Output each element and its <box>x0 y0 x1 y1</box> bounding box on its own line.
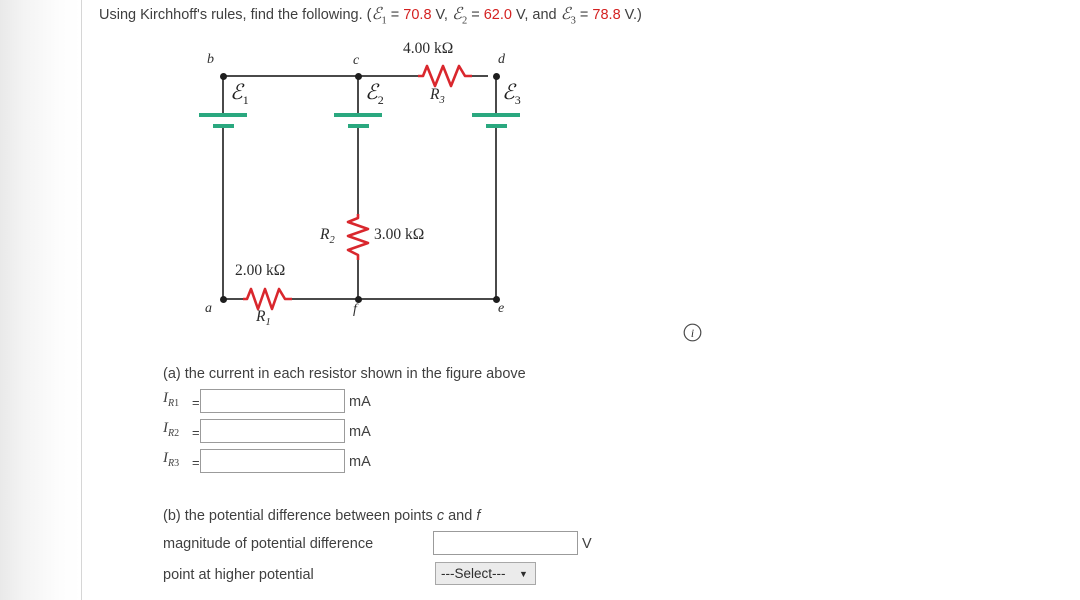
node-label-f: f <box>353 302 357 317</box>
resistor-r2-symbol <box>346 214 370 260</box>
wire-r1-to-f <box>290 298 358 300</box>
current-r2-label: IR2 <box>163 420 180 439</box>
part-b-point-f: f <box>476 508 481 524</box>
node-a <box>219 295 227 303</box>
wire-branch-c-upper <box>357 75 359 114</box>
battery2-long-plate <box>334 113 382 117</box>
node-label-b: b <box>207 52 214 67</box>
part-b-question-mid: and <box>444 508 477 524</box>
node-label-c: c <box>353 53 360 68</box>
wire-b-to-c <box>222 75 358 77</box>
node-label-d: d <box>498 52 505 67</box>
current-r3-label: IR3 <box>163 450 180 469</box>
emf3-symbol: ℰ3 <box>560 4 576 27</box>
current-r1-label: IR1 <box>163 390 180 409</box>
higher-potential-select[interactable]: ---Select--- <box>435 562 536 585</box>
emf2-figure-label: ℰ2 <box>365 80 384 108</box>
circuit-diagram: b c d a f e ℰ1 ℰ2 ℰ3 4.00 kΩ R3 R2 3.00 … <box>150 38 570 338</box>
resistor-r1-value: 2.00 kΩ <box>235 262 286 279</box>
part-b-question: (b) the potential difference between poi… <box>163 506 480 526</box>
higher-potential-label: point at higher potential <box>163 567 314 583</box>
battery3-short-plate <box>486 124 507 128</box>
emf3-value: 78.8 <box>592 7 621 23</box>
prompt-eq1: = <box>386 7 404 23</box>
battery2-short-plate <box>348 124 369 128</box>
prompt-lead: Using Kirchhoff's rules, find the follow… <box>99 7 372 23</box>
svg-text:i: i <box>691 328 694 340</box>
wire-branch-d-lower <box>495 124 497 299</box>
wire-branch-r2-to-f <box>357 258 359 299</box>
prompt-unit2: V, and <box>511 7 561 23</box>
resistor-r2-label: R2 <box>320 226 335 247</box>
emf1-symbol: ℰ1 <box>371 4 387 27</box>
wire-branch-b-upper <box>222 75 224 114</box>
current-r2-unit: mA <box>349 424 371 440</box>
emf1-value: 70.8 <box>403 7 432 23</box>
resistor-r3-value: 4.00 kΩ <box>403 40 454 57</box>
emf2-value: 62.0 <box>483 7 512 23</box>
node-c <box>354 72 362 80</box>
current-r1-equals: = <box>192 395 200 410</box>
emf1-figure-label: ℰ1 <box>230 80 249 108</box>
magnitude-unit: V <box>582 536 592 552</box>
part-b-point-c: c <box>436 508 445 524</box>
emf3-figure-label: ℰ3 <box>502 80 521 108</box>
gutter-divider <box>81 0 82 600</box>
battery3-long-plate <box>472 113 520 117</box>
resistor-r2-value: 3.00 kΩ <box>374 226 425 243</box>
magnitude-input[interactable] <box>433 531 578 555</box>
resistor-r3-label: R3 <box>430 86 445 107</box>
magnitude-label: magnitude of potential difference <box>163 536 374 552</box>
emf2-symbol: ℰ2 <box>451 4 468 27</box>
wire-branch-b-lower <box>222 124 224 299</box>
left-gutter <box>0 0 81 600</box>
wire-r3-to-d <box>470 75 488 77</box>
prompt-eq3: = <box>575 7 593 23</box>
current-r1-unit: mA <box>349 394 371 410</box>
current-r3-input[interactable] <box>200 449 345 473</box>
prompt-unit3: V.) <box>620 7 642 23</box>
current-r3-equals: = <box>192 455 200 470</box>
current-r3-unit: mA <box>349 454 371 470</box>
wire-c-to-r3 <box>357 75 420 77</box>
wire-f-to-e <box>357 298 496 300</box>
current-r1-input[interactable] <box>200 389 345 413</box>
prompt-eq2: = <box>467 7 484 23</box>
node-d <box>492 72 500 80</box>
problem-prompt: Using Kirchhoff's rules, find the follow… <box>99 4 642 31</box>
problem-page: Using Kirchhoff's rules, find the follow… <box>0 0 1080 600</box>
node-b <box>219 72 227 80</box>
current-r2-input[interactable] <box>200 419 345 443</box>
part-a-question: (a) the current in each resistor shown i… <box>163 366 526 382</box>
current-r2-equals: = <box>192 425 200 440</box>
resistor-r3-symbol <box>418 64 472 88</box>
battery1-long-plate <box>199 113 247 117</box>
wire-branch-d-upper <box>495 75 497 114</box>
node-label-e: e <box>498 301 505 316</box>
node-label-a: a <box>205 301 212 316</box>
resistor-r1-label: R1 <box>256 308 271 329</box>
prompt-unit1: V, <box>431 7 452 23</box>
part-b-question-pre: (b) the potential difference between poi… <box>163 508 437 524</box>
wire-branch-c-to-r2 <box>357 124 359 216</box>
battery1-short-plate <box>213 124 234 128</box>
info-icon[interactable]: i <box>683 323 702 342</box>
